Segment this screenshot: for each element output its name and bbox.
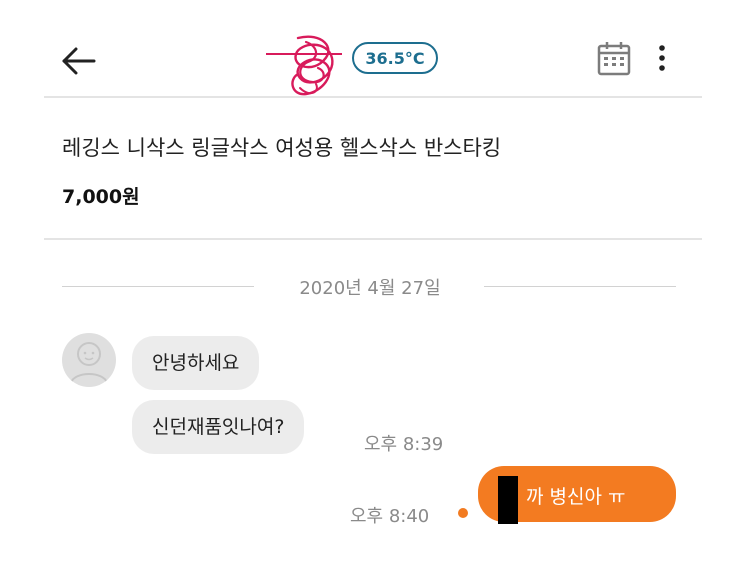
message-timestamp-outgoing: 오후 8:40 [350,506,430,527]
message-timestamp-incoming: 오후 8:39 [364,434,444,455]
back-button[interactable] [58,40,100,82]
unread-indicator [458,508,468,518]
schedule-button[interactable] [594,38,634,78]
message-text-outgoing: 까 병신아 ㅠ [526,486,626,508]
message-bubble-incoming-1[interactable]: 안녕하세요 [132,336,260,390]
date-separator-line-right [484,286,676,287]
more-vertical-icon [659,45,665,71]
date-separator-line-left [62,286,254,287]
redaction-bar [498,476,518,524]
product-divider [44,238,702,240]
chat-date: 2020년 4월 27일 [299,278,441,299]
product-price: 7,000원 [62,186,140,208]
product-title[interactable]: 레깅스 니삭스 링글삭스 여성용 헬스삭스 반스타킹 [62,132,501,162]
more-options-button[interactable] [650,38,674,78]
manner-temperature-badge: 36.5°C [352,42,438,74]
redaction-scribble [266,35,342,96]
avatar[interactable] [62,333,116,387]
default-profile-icon [70,342,108,384]
header-divider [44,96,702,98]
arrow-left-icon [62,47,96,75]
message-bubble-incoming-2[interactable]: 신던재품잇나여? [132,400,305,454]
calendar-icon [597,42,631,76]
